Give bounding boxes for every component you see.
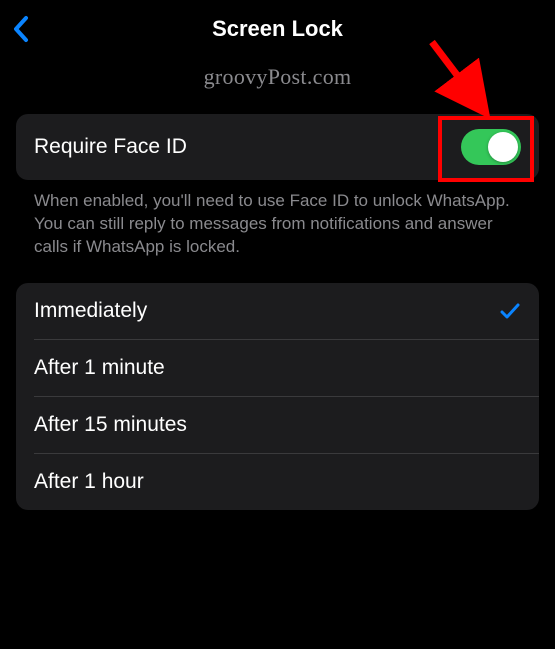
require-face-id-row[interactable]: Require Face ID: [16, 114, 539, 180]
toggle-knob: [488, 132, 518, 162]
face-id-toggle[interactable]: [461, 129, 521, 165]
timing-option-row[interactable]: After 1 minute: [16, 340, 539, 396]
checkmark-icon: [499, 300, 521, 322]
timing-row-group: Immediately After 1 minute After 15 minute…: [16, 283, 539, 510]
chevron-left-icon: [12, 15, 29, 43]
face-id-helper-text: When enabled, you'll need to use Face ID…: [16, 180, 539, 283]
timing-option-row[interactable]: After 1 hour: [16, 454, 539, 510]
timing-option-label: Immediately: [34, 299, 147, 323]
face-id-row-group: Require Face ID: [16, 114, 539, 180]
page-title: Screen Lock: [212, 16, 343, 42]
timing-option-label: After 1 hour: [34, 470, 144, 494]
back-button[interactable]: [12, 15, 29, 43]
timing-section: Immediately After 1 minute After 15 minute…: [16, 283, 539, 510]
header: Screen Lock: [0, 0, 555, 58]
watermark-text: groovyPost.com: [0, 64, 555, 90]
timing-option-row[interactable]: Immediately: [16, 283, 539, 339]
timing-option-label: After 1 minute: [34, 356, 165, 380]
require-face-id-label: Require Face ID: [34, 135, 187, 159]
timing-option-row[interactable]: After 15 minutes: [16, 397, 539, 453]
timing-option-label: After 15 minutes: [34, 413, 187, 437]
face-id-section: Require Face ID When enabled, you'll nee…: [16, 114, 539, 283]
